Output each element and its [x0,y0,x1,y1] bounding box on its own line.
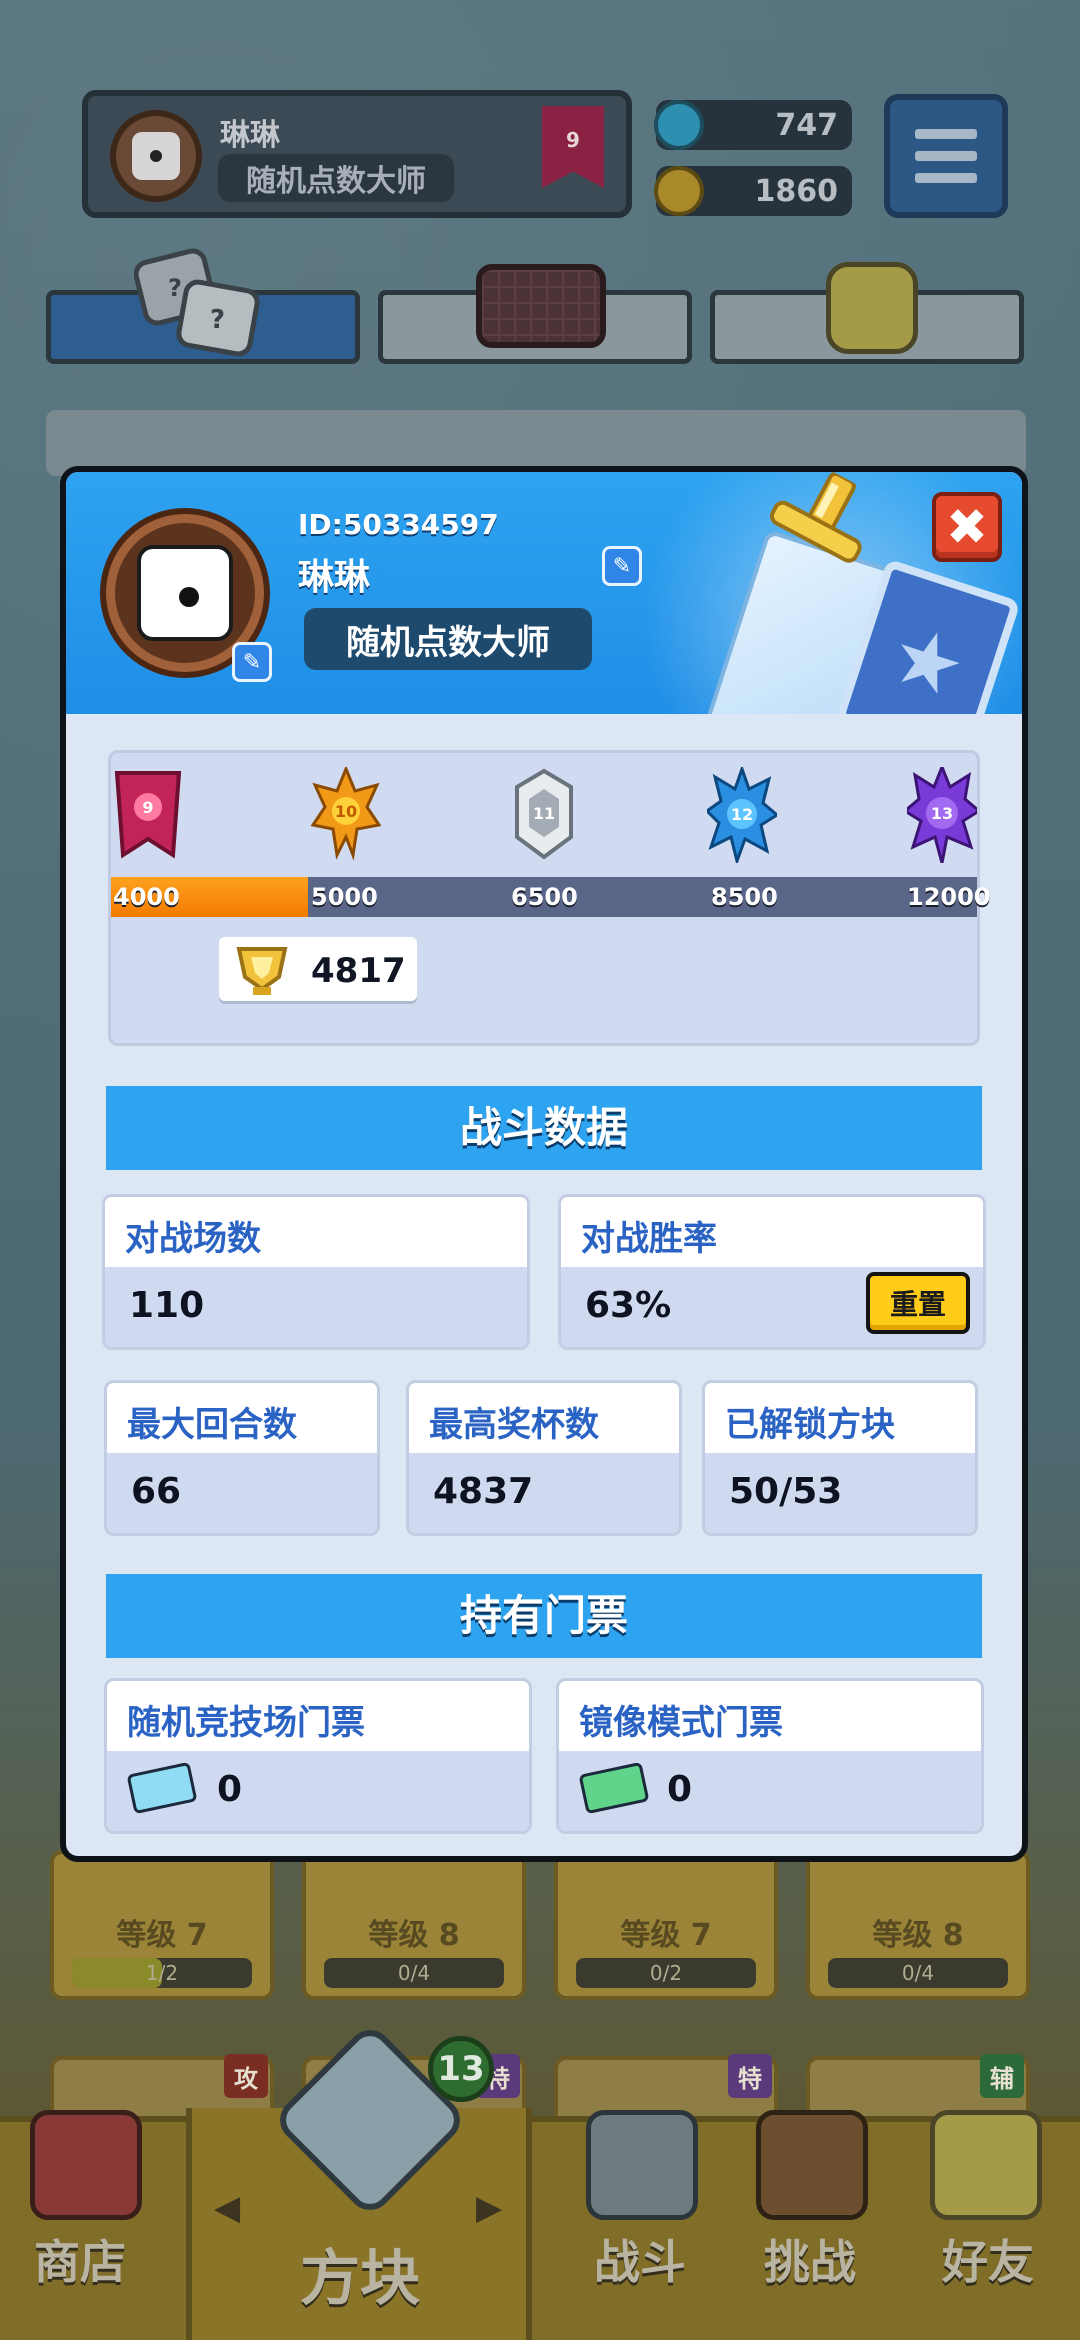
edit-avatar-icon[interactable]: ✎ [232,642,272,682]
card[interactable]: 等级 8 0/4 [806,1850,1030,2000]
stat-label: 已解锁方块 [705,1383,975,1453]
card[interactable]: 等级 8 0/4 [302,1850,526,2000]
tickets-header: 持有门票 [106,1574,982,1658]
rank-threshold: 8500 [711,883,778,911]
gem-icon-front [654,100,704,150]
player-title[interactable]: 随机点数大师 [304,608,592,670]
card-type-badge: 攻 [224,2054,268,2098]
rank-10-icon: 10 [311,767,381,861]
arrow-right-icon[interactable]: ▶ [476,2188,502,2228]
rank-badge-icon: 9 [542,106,604,188]
shop-icon[interactable] [30,2110,142,2220]
card-progress-text: 0/4 [901,1961,935,1985]
stat-value: 110 [105,1267,527,1347]
rank-13-icon: 13 [907,767,977,863]
stat-unlocked-blocks: 已解锁方块 50/53 [702,1380,978,1536]
player-id: ID:50334597 [298,508,499,541]
menu-line [915,129,977,139]
grid-board-icon [476,264,606,348]
nav-battle[interactable]: 战斗 [560,2226,720,2292]
stat-value: 66 [107,1453,377,1533]
card[interactable]: 等级 7 0/2 [554,1850,778,2000]
avatar-inner [115,523,255,663]
stat-max-trophies: 最高奖杯数 4837 [406,1380,682,1536]
battle-icon[interactable] [586,2110,698,2220]
card[interactable]: 等级 7 1/2 [50,1850,274,2000]
stat-value: 4837 [409,1453,679,1533]
svg-text:11: 11 [533,804,555,823]
current-trophies: 4817 [219,937,417,1001]
stat-label: 对战场数 [105,1197,527,1267]
edit-name-icon[interactable]: ✎ [602,546,642,586]
arrow-left-icon[interactable]: ◀ [214,2188,240,2228]
dice-pair-icon: ? ? [134,248,260,357]
profile-bar[interactable]: 琳琳 随机点数大师 9 [82,90,632,218]
card-type-badge: 特 [728,2054,772,2098]
nav-blocks[interactable]: 方块 [270,2230,450,2317]
modal-header: ★ ✎ ID:50334597 琳琳 ✎ 随机点数大师 ✖ [66,472,1022,714]
svg-text:13: 13 [931,804,953,823]
nav-shop[interactable]: 商店 [0,2226,160,2292]
card-progress: 0/4 [828,1958,1008,1988]
rank-11-icon: 11 [515,768,573,860]
card-progress-text: 0/4 [397,1961,431,1985]
card-progress: 0/2 [576,1958,756,1988]
rank-threshold: 6500 [511,883,578,911]
stat-matches: 对战场数 110 [102,1194,530,1350]
card-progress-text: 0/2 [649,1961,683,1985]
profile-modal: ★ ✎ ID:50334597 琳琳 ✎ 随机点数大师 ✖ 9 10 11 12… [60,466,1028,1862]
rank-12-icon: 12 [707,767,777,863]
stat-label: 随机竞技场门票 [107,1681,529,1751]
block-level-badge: 13 [428,2036,494,2102]
card-progress: 1/2 [72,1958,252,1988]
rank-threshold: 4000 [113,883,180,911]
menu-line [915,173,977,183]
profile-title: 随机点数大师 [218,154,454,202]
ticket-arena: 随机竞技场门票 0 [104,1678,532,1834]
card-level: 等级 8 [368,1918,460,1953]
rank-progress-panel: 9 10 11 12 13 4000 5000 6500 8500 12000 … [108,750,991,1046]
trophy-icon [236,947,288,995]
challenge-icon[interactable] [756,2110,868,2220]
profile-avatar [110,110,202,202]
svg-text:9: 9 [142,798,153,817]
dice-face-icon [137,545,233,641]
smile-block-icon [826,262,918,354]
card-level: 等级 7 [116,1918,208,1953]
rank-9-icon: 9 [114,771,182,859]
card-level: 等级 8 [872,1918,964,1953]
nav-friends[interactable]: 好友 [908,2226,1068,2292]
stat-value: 50/53 [705,1453,975,1533]
card-progress-text: 1/2 [145,1961,179,1985]
stat-max-rounds: 最大回合数 66 [104,1380,380,1536]
reset-button[interactable]: 重置 [866,1272,970,1334]
stat-label: 最大回合数 [107,1383,377,1453]
stat-label: 镜像模式门票 [559,1681,981,1751]
ticket-mirror: 镜像模式门票 0 [556,1678,984,1834]
gem-count: 747 [775,108,838,143]
rank-threshold: 5000 [311,883,378,911]
profile-name: 琳琳 [220,118,280,153]
menu-line [915,151,977,161]
player-name: 琳琳 [298,557,371,598]
menu-button[interactable] [884,94,1008,218]
svg-text:10: 10 [335,802,357,821]
card-progress: 0/4 [324,1958,504,1988]
svg-text:12: 12 [731,805,753,824]
rank-threshold: 12000 [907,883,991,911]
battle-data-header: 战斗数据 [106,1086,982,1170]
stat-label: 最高奖杯数 [409,1383,679,1453]
coin-icon [654,166,704,216]
coin-count: 1860 [754,174,839,209]
svg-text:?: ? [168,274,182,302]
card-level: 等级 7 [620,1918,712,1953]
close-button[interactable]: ✖ [932,492,1002,562]
svg-text:?: ? [210,305,225,335]
card-type-badge: 辅 [980,2054,1024,2098]
current-trophies-value: 4817 [311,951,406,991]
nav-challenge[interactable]: 挑战 [730,2226,890,2292]
stat-label: 对战胜率 [561,1197,983,1267]
dice-icon [132,132,180,180]
friends-icon[interactable] [930,2110,1042,2220]
